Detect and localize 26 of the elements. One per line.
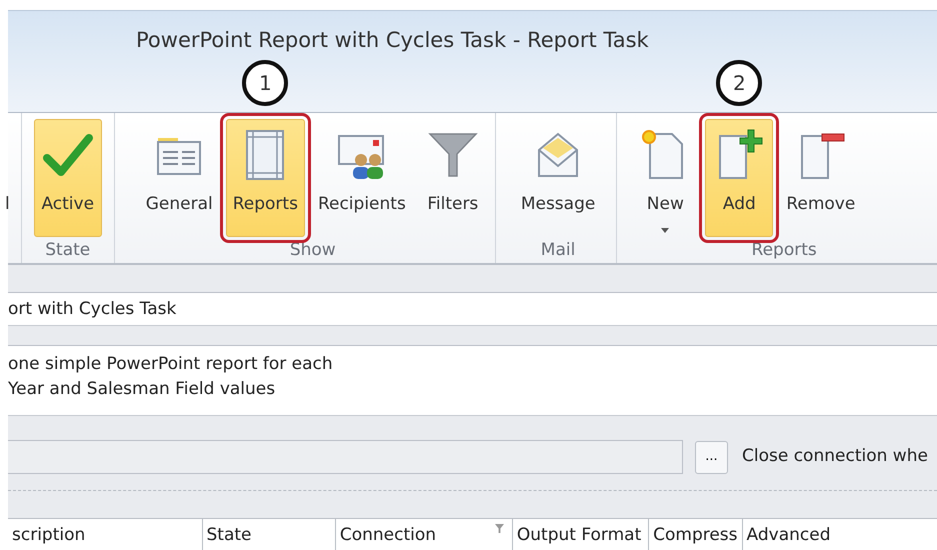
caret-icon [661, 228, 670, 232]
column-header[interactable]: Compress [653, 525, 738, 545]
close-connection-label: Close connection whe [742, 445, 928, 468]
ribbon-button[interactable]: Remove [779, 119, 862, 237]
browse-button[interactable]: ... [695, 440, 728, 474]
ribbon-button[interactable]: Message [514, 119, 602, 237]
connection-field[interactable] [8, 440, 683, 474]
description-field[interactable]: one simple PowerPoint report for each Year and Salesman Field values [8, 345, 937, 416]
ribbon-button[interactable]: General [138, 119, 220, 237]
ribbon-button[interactable]: Active [34, 119, 102, 237]
window-title: PowerPoint Report with Cycles Task - Report Task [136, 27, 649, 54]
group-label: Reports [750, 239, 818, 262]
filter-icon[interactable] [494, 524, 504, 533]
name-field[interactable]: ort with Cycles Task [8, 292, 937, 326]
ribbon-button[interactable]: Filters [418, 119, 487, 237]
ribbon-button[interactable]: New [631, 119, 700, 237]
group-label: Mail [540, 239, 576, 262]
ribbon-button[interactable]: l [4, 119, 17, 237]
column-header[interactable]: scription [12, 525, 86, 545]
ribbon-button[interactable]: Recipients [310, 119, 413, 237]
column-header[interactable]: State [206, 525, 252, 545]
column-header[interactable]: Advanced [746, 525, 831, 545]
column-header[interactable]: Connection [340, 525, 436, 545]
column-header[interactable]: Output Format [516, 525, 642, 545]
group-label: State [44, 239, 92, 262]
group-label: Show [288, 239, 337, 262]
